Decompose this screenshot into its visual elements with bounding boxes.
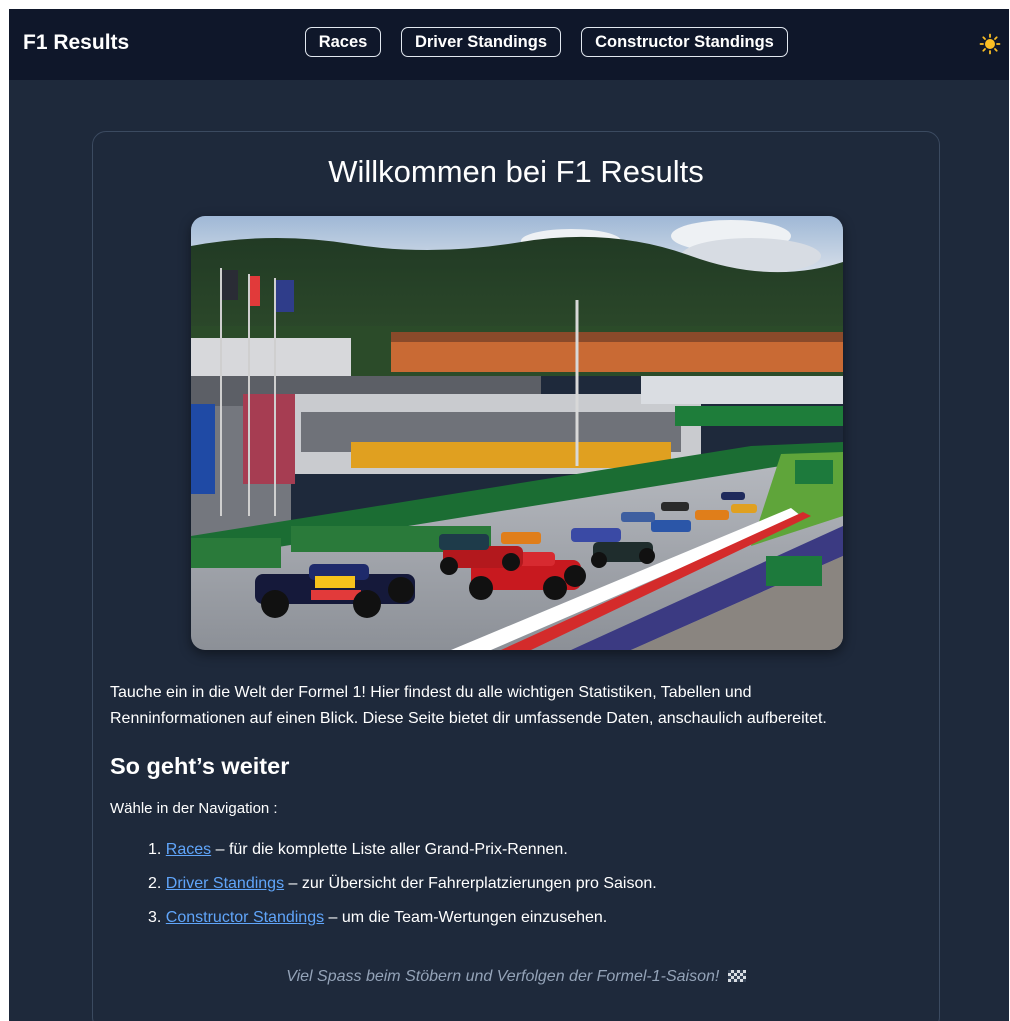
section-heading: So geht’s weiter bbox=[110, 753, 290, 779]
nav-driver-standings-button[interactable]: Driver Standings bbox=[401, 27, 561, 57]
sun-icon[interactable] bbox=[979, 33, 1001, 55]
nav-constructor-standings-button[interactable]: Constructor Standings bbox=[581, 27, 788, 57]
intro-text: Tauche ein in die Welt der Formel 1! Hie… bbox=[110, 680, 900, 732]
list-item: 1. Races – für die komplette Liste aller… bbox=[148, 841, 568, 859]
races-link[interactable]: Races bbox=[166, 841, 211, 858]
page-title: Willkommen bei F1 Results bbox=[328, 154, 704, 189]
list-item-number: 2. bbox=[148, 875, 162, 892]
section-instruction: Wähle in der Navigation : bbox=[110, 800, 278, 817]
nav-links: Races Driver Standings Constructor Stand… bbox=[9, 27, 1009, 59]
list-item-number: 3. bbox=[148, 909, 162, 926]
list-item-text: – zur Übersicht der Fahrerplatzierungen … bbox=[284, 875, 657, 892]
intro-line-1: Tauche ein in die Welt der Formel 1! Hie… bbox=[110, 684, 752, 701]
list-item: 2. Driver Standings – zur Übersicht der … bbox=[148, 875, 657, 893]
welcome-card: Willkommen bei F1 Results Tauche ein in … bbox=[92, 131, 940, 1021]
app-window: F1 Results Races Driver Standings Constr… bbox=[9, 9, 1009, 1021]
footer-note-text: Viel Spass beim Stöbern und Verfolgen de… bbox=[286, 968, 720, 985]
checkered-flag-icon bbox=[727, 970, 746, 982]
top-navbar: F1 Results Races Driver Standings Constr… bbox=[9, 9, 1009, 80]
list-item-text: – um die Team-Wertungen einzusehen. bbox=[324, 909, 608, 926]
list-item-number: 1. bbox=[148, 841, 162, 858]
list-item-text: – für die komplette Liste aller Grand-Pr… bbox=[211, 841, 568, 858]
hero-image-race-start bbox=[191, 216, 843, 650]
nav-races-button[interactable]: Races bbox=[305, 27, 381, 57]
constructor-standings-link[interactable]: Constructor Standings bbox=[166, 909, 324, 926]
footer-note: Viel Spass beim Stöbern und Verfolgen de… bbox=[93, 968, 939, 986]
driver-standings-link[interactable]: Driver Standings bbox=[166, 875, 284, 892]
list-item: 3. Constructor Standings – um die Team-W… bbox=[148, 909, 607, 927]
intro-line-2: Renninformationen auf einen Blick. Diese… bbox=[110, 710, 827, 727]
